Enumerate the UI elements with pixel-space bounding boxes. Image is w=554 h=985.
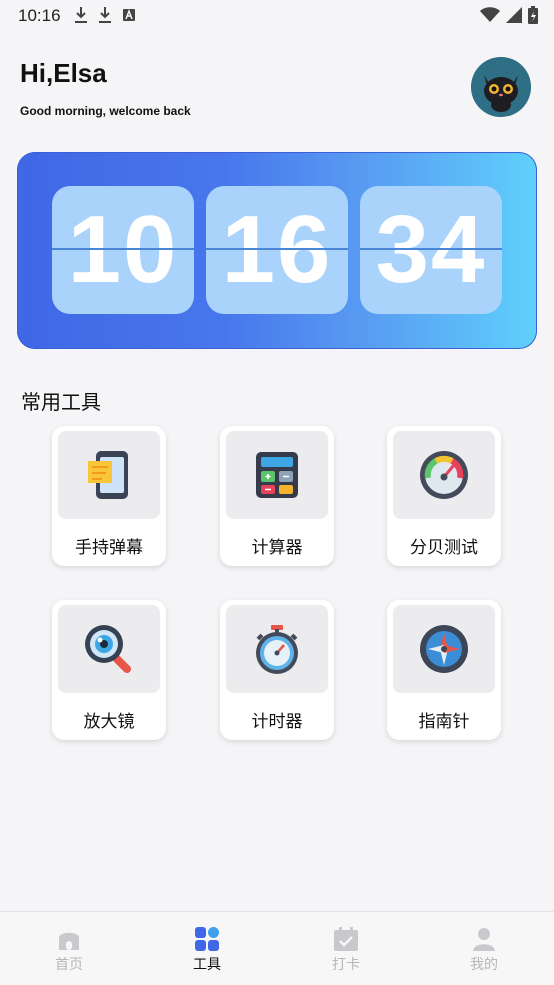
phone-banner-icon xyxy=(88,451,128,499)
calculator-icon xyxy=(256,452,298,498)
tool-handheld-barrage[interactable]: 手持弹幕 xyxy=(52,426,166,566)
signal-icon xyxy=(506,7,522,23)
font-icon xyxy=(123,9,135,21)
greeting-subtitle: Good morning, welcome back xyxy=(20,104,191,118)
status-time: 10:16 xyxy=(18,6,61,25)
nav-label: 首页 xyxy=(55,956,83,972)
nav-home[interactable]: 首页 xyxy=(34,926,104,974)
nav-checkin[interactable]: 打卡 xyxy=(311,926,381,974)
nav-tools[interactable]: 工具 xyxy=(172,926,242,974)
status-bar: 10:16 xyxy=(0,0,554,32)
section-title: 常用工具 xyxy=(21,392,101,414)
download-icon xyxy=(75,7,87,23)
tool-timer[interactable]: 计时器 xyxy=(220,600,334,740)
nav-label: 打卡 xyxy=(332,956,360,972)
tool-label: 放大镜 xyxy=(83,712,135,731)
tool-compass[interactable]: 指南针 xyxy=(387,600,501,740)
clock-seconds-value: 34 xyxy=(375,196,487,303)
nav-label: 工具 xyxy=(193,956,221,972)
cat-avatar-icon xyxy=(471,57,531,117)
tool-label: 分贝测试 xyxy=(410,538,478,557)
decibel-meter-icon xyxy=(420,451,468,499)
tool-calculator[interactable]: 计算器 xyxy=(220,426,334,566)
tool-magnifier[interactable]: 放大镜 xyxy=(52,600,166,740)
nav-label: 我的 xyxy=(470,956,498,972)
greeting-title: Hi,Elsa xyxy=(20,58,107,88)
bottom-nav: 首页 工具 打卡 我的 xyxy=(0,911,554,985)
wifi-icon xyxy=(480,7,500,22)
clock-minutes-value: 16 xyxy=(221,196,333,303)
clock-minutes: 16 xyxy=(206,186,348,314)
clock-seconds: 34 xyxy=(360,186,502,314)
tools-icon xyxy=(195,927,219,951)
tool-decibel-meter[interactable]: 分贝测试 xyxy=(387,426,501,566)
clock-hours: 10 xyxy=(52,186,194,314)
flip-clock-card: 10 16 34 xyxy=(17,152,537,349)
magnifier-icon xyxy=(85,625,131,673)
battery-icon xyxy=(528,6,538,24)
profile-icon xyxy=(473,928,495,951)
tool-label: 手持弹幕 xyxy=(75,538,143,557)
checkin-icon xyxy=(334,927,358,951)
home-icon xyxy=(59,932,79,950)
tool-label: 指南针 xyxy=(418,712,470,731)
tool-label: 计算器 xyxy=(251,538,303,557)
stopwatch-icon xyxy=(256,625,298,674)
compass-icon xyxy=(420,625,468,673)
avatar[interactable] xyxy=(471,57,531,117)
tool-label: 计时器 xyxy=(251,712,303,731)
clock-hours-value: 10 xyxy=(67,196,179,303)
nav-profile[interactable]: 我的 xyxy=(449,926,519,974)
download-icon xyxy=(99,7,111,23)
